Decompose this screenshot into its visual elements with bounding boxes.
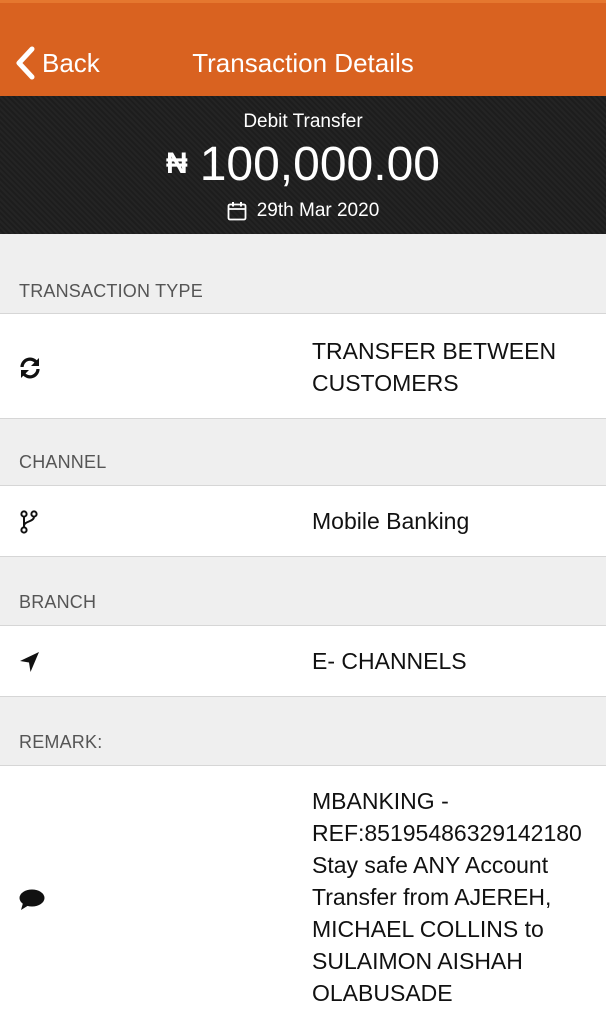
transaction-type-row: TRANSFER BETWEEN CUSTOMERS	[0, 313, 606, 419]
currency-symbol: ₦	[166, 147, 188, 180]
channel-value: Mobile Banking	[312, 508, 470, 534]
remark-line: OLABUSADE	[312, 980, 453, 1006]
location-arrow-icon	[20, 652, 39, 672]
branch-icon	[20, 510, 38, 534]
transaction-amount: ₦ 100,000.00	[0, 136, 606, 192]
remark-line: Stay safe ANY Account	[312, 852, 549, 878]
section-header-branch: BRANCH	[0, 557, 606, 625]
top-nav-bar: Back Transaction Details	[0, 0, 606, 96]
section-header-remark: REMARK:	[0, 697, 606, 765]
section-header-transaction-type: TRANSACTION TYPE	[0, 234, 606, 314]
branch-row: E- CHANNELS	[0, 625, 606, 697]
transaction-type-value: TRANSFER BETWEEN CUSTOMERS	[312, 338, 557, 396]
remark-row: MBANKING - REF:85195486329142180 Stay sa…	[0, 765, 606, 1035]
calendar-icon	[227, 202, 247, 221]
remark-line: MICHAEL COLLINS to	[312, 916, 544, 942]
section-header-channel: CHANNEL	[0, 419, 606, 485]
amount-value: 100,000.00	[199, 137, 440, 191]
date-text: 29th Mar 2020	[256, 200, 380, 221]
transaction-kind: Debit Transfer	[243, 111, 363, 132]
transaction-date: 29th Mar 2020	[0, 200, 606, 222]
section-label: BRANCH	[19, 592, 97, 612]
remark-value: MBANKING - REF:85195486329142180 Stay sa…	[312, 785, 606, 1009]
remark-line: MBANKING -	[312, 788, 449, 814]
remark-line: REF:85195486329142180	[312, 820, 582, 846]
remark-line: Transfer from AJEREH,	[312, 884, 552, 910]
comment-icon	[19, 889, 45, 910]
channel-row: Mobile Banking	[0, 485, 606, 557]
transaction-summary: Debit Transfer ₦ 100,000.00 29th Mar 202…	[0, 96, 606, 234]
refresh-icon	[20, 357, 40, 379]
page-title-text: Transaction Details	[192, 48, 414, 78]
section-label: REMARK:	[19, 732, 103, 752]
page-title: Transaction Details	[0, 44, 606, 82]
remark-line: SULAIMON AISHAH	[312, 948, 523, 974]
branch-value: E- CHANNELS	[312, 648, 467, 674]
section-label: CHANNEL	[19, 452, 107, 472]
section-label: TRANSACTION TYPE	[19, 281, 203, 301]
